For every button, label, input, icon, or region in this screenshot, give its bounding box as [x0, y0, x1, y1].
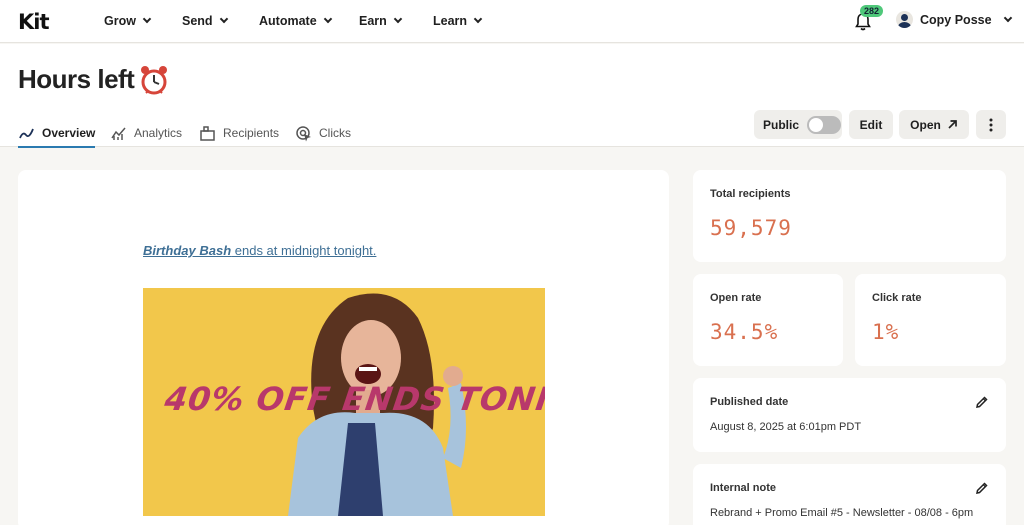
- tab-analytics-label: Analytics: [134, 126, 183, 140]
- tab-clicks-label: Clicks: [319, 126, 351, 140]
- avatar: [896, 11, 913, 28]
- click-rate-value: 1%: [872, 320, 900, 344]
- recipients-icon: [200, 125, 215, 141]
- published-date-card: Published date August 8, 2025 at 6:01pm …: [693, 378, 1006, 452]
- chevron-down-icon: [323, 14, 332, 24]
- clicks-icon: [296, 125, 311, 141]
- nav-automate-label: Automate: [259, 14, 317, 28]
- chevron-down-icon: [219, 14, 228, 24]
- email-preview: Birthday Bash ends at midnight tonight. …: [18, 170, 669, 525]
- open-rate-label: Open rate: [710, 292, 762, 304]
- edit-button[interactable]: Edit: [849, 110, 893, 139]
- public-toggle-group: Public: [754, 110, 842, 139]
- chevron-down-icon: [1003, 13, 1012, 22]
- chevron-down-icon: [142, 14, 152, 24]
- preview-link[interactable]: Birthday Bash ends at midnight tonight.: [143, 243, 376, 258]
- analytics-icon: [111, 127, 126, 140]
- tab-clicks[interactable]: Clicks: [295, 120, 351, 146]
- chevron-down-icon: [393, 14, 403, 24]
- preview-link-rest: ends at midnight tonight.: [231, 243, 377, 258]
- tab-overview-label: Overview: [42, 126, 96, 140]
- public-label: Public: [763, 117, 800, 132]
- nav-send[interactable]: Send: [182, 14, 228, 28]
- alarm-clock-icon: [141, 66, 167, 95]
- public-toggle[interactable]: [807, 115, 842, 134]
- internal-note-card: Internal note Rebrand + Promo Email #5 -…: [693, 464, 1006, 525]
- total-recipients-value: 59,579: [710, 216, 792, 240]
- open-button[interactable]: Open: [899, 110, 969, 139]
- published-date-value: August 8, 2025 at 6:01pm PDT: [710, 421, 862, 433]
- click-rate-label: Click rate: [872, 292, 922, 304]
- top-navigation: Kit Grow Send Automate Earn Learn 282 Co…: [0, 0, 1024, 43]
- nav-learn-label: Learn: [433, 14, 468, 28]
- pencil-icon[interactable]: [975, 395, 989, 409]
- user-menu[interactable]: Copy Posse: [896, 11, 1012, 28]
- external-arrow-icon: [948, 120, 957, 129]
- kit-logo[interactable]: Kit: [18, 10, 50, 34]
- open-button-label: Open: [910, 117, 941, 132]
- preview-link-bold: Birthday Bash: [143, 243, 232, 258]
- page-header: Hours left Overview Analytics Recipients: [0, 44, 1024, 148]
- internal-note-value: Rebrand + Promo Email #5 - Newsletter - …: [710, 507, 974, 519]
- nav-grow-label: Grow: [104, 14, 136, 28]
- total-recipients-label: Total recipients: [710, 188, 791, 200]
- edit-button-label: Edit: [859, 117, 883, 132]
- internal-note-label: Internal note: [710, 482, 777, 494]
- hero-image: 40% OFF ENDS TONIGHT: [143, 288, 545, 516]
- nav-earn-label: Earn: [359, 14, 387, 28]
- overview-icon: [19, 128, 34, 138]
- user-name: Copy Posse: [920, 12, 992, 27]
- pencil-icon[interactable]: [975, 481, 989, 495]
- nav-automate[interactable]: Automate: [259, 14, 332, 28]
- nav-grow[interactable]: Grow: [104, 14, 152, 28]
- open-rate-card: Open rate 34.5%: [693, 274, 843, 366]
- tab-recipients[interactable]: Recipients: [199, 120, 279, 146]
- tab-overview[interactable]: Overview: [18, 120, 96, 148]
- click-rate-card: Click rate 1%: [855, 274, 1006, 366]
- tab-recipients-label: Recipients: [223, 126, 280, 140]
- hero-text: 40% OFF ENDS TONIGHT: [162, 380, 545, 418]
- tab-analytics[interactable]: Analytics: [110, 120, 182, 146]
- nav-earn[interactable]: Earn: [359, 14, 403, 28]
- chevron-down-icon: [473, 14, 483, 24]
- page-title: Hours left: [18, 64, 135, 94]
- total-recipients-card: Total recipients 59,579: [693, 170, 1006, 262]
- more-vertical-icon: [989, 118, 993, 131]
- open-rate-value: 34.5%: [710, 320, 779, 344]
- published-date-label: Published date: [710, 396, 789, 408]
- nav-learn[interactable]: Learn: [433, 14, 483, 28]
- nav-send-label: Send: [182, 14, 213, 28]
- notification-badge: 282: [860, 5, 884, 17]
- more-options-button[interactable]: [976, 110, 1006, 139]
